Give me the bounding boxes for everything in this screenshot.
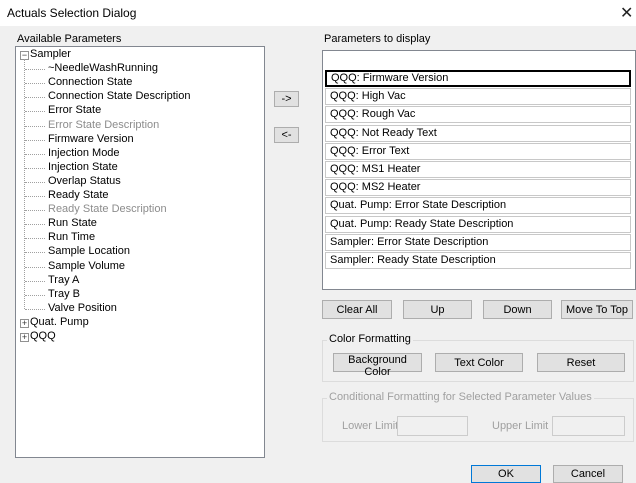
- tree-node-quat-pump[interactable]: Quat. Pump: [30, 316, 89, 328]
- tree-connector: [25, 139, 45, 141]
- parameters-to-display-label: Parameters to display: [324, 33, 431, 45]
- tree-node-sampler-child[interactable]: Error State: [48, 104, 101, 116]
- expand-quat-pump-icon[interactable]: +: [20, 318, 29, 328]
- tree-node-sampler-child[interactable]: Tray B: [48, 288, 80, 300]
- display-list-item[interactable]: QQQ: MS1 Heater: [325, 161, 631, 178]
- tree-connector: [25, 83, 45, 85]
- tree-connector: [25, 111, 45, 113]
- display-list-item[interactable]: Quat. Pump: Error State Description: [325, 197, 631, 215]
- remove-parameter-button[interactable]: <-: [274, 127, 299, 143]
- available-parameters-label: Available Parameters: [17, 33, 122, 45]
- display-list-item[interactable]: QQQ: Firmware Version: [325, 70, 631, 87]
- display-list-item[interactable]: QQQ: High Vac: [325, 88, 631, 106]
- tree-connector: [25, 266, 45, 268]
- tree-connector: [25, 210, 45, 212]
- upper-limit-input[interactable]: [552, 416, 625, 436]
- tree-node-sampler-child[interactable]: Ready State Description: [48, 203, 167, 215]
- tree-connector: [25, 294, 45, 296]
- tree-node-sampler-child[interactable]: Injection State: [48, 161, 118, 173]
- tree-connector: [25, 153, 45, 155]
- tree-node-sampler-child[interactable]: Overlap Status: [48, 175, 121, 187]
- up-button[interactable]: Up: [403, 300, 472, 319]
- tree-connector: [25, 125, 45, 127]
- upper-limit-label: Upper Limit: [492, 420, 549, 432]
- expand-qqq-icon[interactable]: +: [20, 333, 29, 342]
- tree-connector: [25, 308, 45, 310]
- reset-button[interactable]: Reset: [537, 353, 625, 372]
- tree-node-sampler-child[interactable]: Tray A: [48, 274, 79, 286]
- add-parameter-button[interactable]: ->: [274, 91, 299, 107]
- tree-node-qqq[interactable]: QQQ: [30, 330, 56, 342]
- tree-node-sampler-child[interactable]: Ready State: [48, 189, 109, 201]
- window-title: Actuals Selection Dialog: [7, 6, 137, 20]
- tree-connector: [25, 196, 45, 197]
- tree-node-sampler-child[interactable]: Firmware Version: [48, 133, 134, 145]
- tree-node-sampler-child[interactable]: Valve Position: [48, 302, 117, 314]
- tree-connector: [25, 167, 45, 169]
- ok-button[interactable]: OK: [471, 465, 541, 483]
- tree-node-sampler-child[interactable]: Injection Mode: [48, 147, 120, 159]
- tree-connector: [25, 280, 45, 282]
- text-color-button[interactable]: Text Color: [435, 353, 523, 372]
- tree-connector: [25, 238, 45, 240]
- display-list-item[interactable]: Quat. Pump: Ready State Description: [325, 215, 631, 233]
- tree-connector: [25, 97, 45, 99]
- parameters-to-display-list[interactable]: QQQ: Firmware Version QQQ: High Vac QQQ: R…: [322, 50, 636, 290]
- display-list-item[interactable]: QQQ: Not Ready Text: [325, 124, 631, 142]
- tree-connector: [25, 181, 45, 183]
- move-to-top-button[interactable]: Move To Top: [561, 300, 633, 319]
- display-list-item[interactable]: QQQ: MS2 Heater: [325, 179, 631, 197]
- tree-node-sampler-child[interactable]: Connection State Description: [48, 90, 190, 102]
- background-color-button[interactable]: Background Color: [333, 353, 422, 378]
- tree-node-sampler-child[interactable]: Run Time: [48, 231, 95, 243]
- lower-limit-label: Lower Limit: [342, 420, 399, 432]
- clear-all-button[interactable]: Clear All: [322, 300, 392, 319]
- tree-node-sampler-child[interactable]: Error State Description: [48, 119, 159, 131]
- tree-connector: [25, 69, 45, 71]
- tree-node-sampler-child[interactable]: Run State: [48, 217, 97, 229]
- display-list-item[interactable]: QQQ: Error Text: [325, 142, 631, 160]
- tree-connector: [25, 224, 45, 226]
- tree-node-sampler[interactable]: Sampler: [30, 48, 71, 60]
- tree-node-sampler-child[interactable]: ~NeedleWashRunning: [48, 62, 158, 74]
- display-list-item[interactable]: QQQ: Rough Vac: [325, 106, 631, 124]
- tree-node-sampler-child[interactable]: Sample Location: [48, 245, 130, 257]
- color-formatting-title: Color Formatting: [327, 333, 413, 345]
- lower-limit-input[interactable]: [397, 416, 468, 436]
- tree-connector: [25, 252, 45, 254]
- tree-node-sampler-child[interactable]: Sample Volume: [48, 260, 125, 272]
- display-list-item[interactable]: Sampler: Error State Description: [325, 233, 631, 251]
- cancel-button[interactable]: Cancel: [553, 465, 623, 483]
- available-parameters-tree[interactable]: − Sampler ~NeedleWashRunning Connection Sta…: [15, 46, 265, 458]
- conditional-formatting-title: Conditional Formatting for Selected Para…: [327, 391, 594, 403]
- display-list-item[interactable]: Sampler: Ready State Description: [325, 252, 631, 269]
- close-icon[interactable]: ✕: [620, 3, 633, 23]
- down-button[interactable]: Down: [483, 300, 552, 319]
- tree-node-sampler-child[interactable]: Connection State: [48, 76, 132, 88]
